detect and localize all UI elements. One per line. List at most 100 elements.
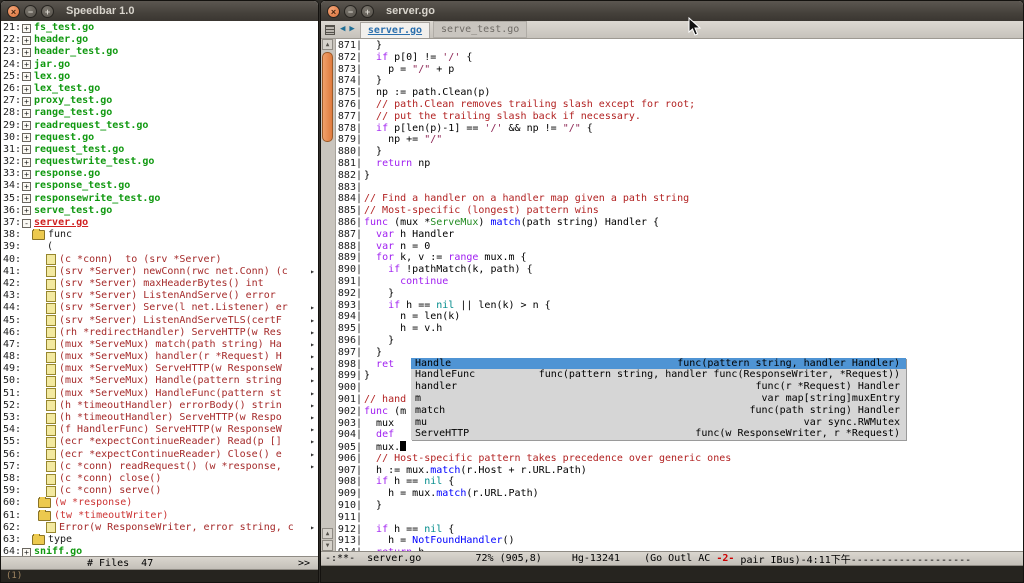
speedbar-file-item[interactable]: 21:+fs_test.go <box>1 22 318 34</box>
completion-item[interactable]: HandleFuncfunc(pattern string, handler f… <box>411 369 906 381</box>
tab-serve-test-go[interactable]: serve_test.go <box>433 21 527 38</box>
tag-icon[interactable] <box>46 254 56 265</box>
completion-item[interactable]: handlerfunc(r *Request) Handler <box>411 381 906 393</box>
speedbar-file-item[interactable]: 25:+lex.go <box>1 71 318 83</box>
scroll-up2-icon[interactable]: ▲ <box>322 528 333 539</box>
tag-icon[interactable] <box>46 279 56 290</box>
tag-icon[interactable] <box>46 315 56 326</box>
code-line[interactable]: 877| // put the trailing slash back if n… <box>336 111 1023 123</box>
code-line[interactable]: 886|func (mux *ServeMux) match(path stri… <box>336 217 1023 229</box>
code-line[interactable]: 908| if h == nil { <box>336 476 1023 488</box>
code-line[interactable]: 880| } <box>336 146 1023 158</box>
expander-box-icon[interactable]: + <box>22 109 31 118</box>
vertical-scrollbar[interactable]: ▲ ▲ ▼ <box>321 39 336 551</box>
expander-box-icon[interactable]: + <box>22 48 31 57</box>
speedbar-file-item[interactable]: 35:+responsewrite_test.go <box>1 193 318 205</box>
expander-box-icon[interactable]: + <box>22 170 31 179</box>
expander-box-icon[interactable]: + <box>22 60 31 69</box>
folder-icon[interactable] <box>32 535 45 545</box>
tag-icon[interactable] <box>46 388 56 399</box>
code-line[interactable]: 887| var h Handler <box>336 229 1023 241</box>
speedbar-tag-item[interactable]: 60:(w *response) <box>1 497 318 509</box>
speedbar-file-item[interactable]: 64:+sniff.go <box>1 546 318 556</box>
speedbar-file-item[interactable]: 34:+response_test.go <box>1 180 318 192</box>
code-line[interactable]: 891| continue <box>336 276 1023 288</box>
code-line[interactable]: 889| for k, v := range mux.m { <box>336 252 1023 264</box>
tab-scroll-right-icon[interactable]: ▶ <box>349 21 354 38</box>
speedbar-file-item[interactable]: 32:+requestwrite_test.go <box>1 156 318 168</box>
expander-box-icon[interactable]: + <box>22 133 31 142</box>
code-area[interactable]: 871| }872| if p[0] != '/' {873| p = "/" … <box>336 39 1023 551</box>
speedbar-tag-item[interactable]: 62:Error(w ResponseWriter, error string,… <box>1 522 318 534</box>
expander-box-icon[interactable]: + <box>22 121 31 130</box>
expander-box-icon[interactable]: - <box>22 219 31 228</box>
code-line[interactable]: 907| h := mux.match(r.Host + r.URL.Path) <box>336 465 1023 477</box>
speedbar-file-item[interactable]: 31:+request_test.go <box>1 144 318 156</box>
code-line[interactable]: 910| } <box>336 500 1023 512</box>
scroll-down-icon[interactable]: ▼ <box>322 540 333 551</box>
speedbar-tag-item[interactable]: 49:(mux *ServeMux) ServeHTTP(w ResponseW… <box>1 363 318 375</box>
code-line[interactable]: 872| if p[0] != '/' { <box>336 52 1023 64</box>
scrollbar-thumb[interactable] <box>322 52 333 142</box>
completion-item[interactable]: ServeHTTPfunc(w ResponseWriter, r *Reque… <box>411 428 906 440</box>
scroll-up-icon[interactable]: ▲ <box>322 39 333 50</box>
code-line[interactable]: 892| } <box>336 288 1023 300</box>
code-line[interactable]: 881| return np <box>336 158 1023 170</box>
tag-icon[interactable] <box>46 364 56 375</box>
expander-box-icon[interactable]: + <box>22 548 31 556</box>
speedbar-file-item[interactable]: 30:+request.go <box>1 132 318 144</box>
expander-box-icon[interactable]: + <box>22 182 31 191</box>
expander-box-icon[interactable]: + <box>22 206 31 215</box>
code-line[interactable]: 882|} <box>336 170 1023 182</box>
tag-icon[interactable] <box>46 486 56 497</box>
speedbar-file-item[interactable]: 37:-server.go <box>1 217 318 229</box>
tag-icon[interactable] <box>46 522 56 533</box>
tab-scroll-left-icon[interactable]: ◀ <box>340 21 345 38</box>
expander-box-icon[interactable]: + <box>22 145 31 154</box>
speedbar-tag-item[interactable]: 46:(rh *redirectHandler) ServeHTTP(w Res… <box>1 327 318 339</box>
folder-icon[interactable] <box>32 230 45 240</box>
tag-icon[interactable] <box>46 339 56 350</box>
code-line[interactable]: 876| // path.Clean removes trailing slas… <box>336 99 1023 111</box>
speedbar-tag-item[interactable]: 47:(mux *ServeMux) match(path string) Ha… <box>1 339 318 351</box>
speedbar-tag-item[interactable]: 54:(f HandlerFunc) ServeHTTP(w ResponseW… <box>1 424 318 436</box>
code-line[interactable]: 890| if !pathMatch(k, path) { <box>336 264 1023 276</box>
code-line[interactable]: 913| h = NotFoundHandler() <box>336 535 1023 547</box>
maximize-button[interactable]: + <box>361 5 374 18</box>
speedbar-tag-item[interactable]: 40:(c *conn) to (srv *Server) <box>1 254 318 266</box>
speedbar-tag-item[interactable]: 48:(mux *ServeMux) handler(r *Request) H… <box>1 351 318 363</box>
code-line[interactable]: 912| if h == nil { <box>336 524 1023 536</box>
modeline-arrows[interactable]: >> <box>298 558 310 569</box>
folder-icon[interactable] <box>38 498 51 508</box>
expander-box-icon[interactable]: + <box>22 24 31 33</box>
speedbar-tag-item[interactable]: 58:(c *conn) close() <box>1 473 318 485</box>
expander-box-icon[interactable]: + <box>22 36 31 45</box>
tag-icon[interactable] <box>46 291 56 302</box>
speedbar-tag-item[interactable]: 44:(srv *Server) Serve(l net.Listener) e… <box>1 302 318 314</box>
minimize-button[interactable]: − <box>344 5 357 18</box>
speedbar-file-item[interactable]: 24:+jar.go <box>1 59 318 71</box>
speedbar-tag-item[interactable]: 42:(srv *Server) maxHeaderBytes() int <box>1 278 318 290</box>
speedbar-tag-item[interactable]: 52:(h *timeoutHandler) errorBody() strin… <box>1 400 318 412</box>
speedbar-file-item[interactable]: 36:+serve_test.go <box>1 205 318 217</box>
code-line[interactable]: 894| n = len(k) <box>336 311 1023 323</box>
code-line[interactable]: 885|// Most-specific (longest) pattern w… <box>336 205 1023 217</box>
speedbar-tag-item[interactable]: 45:(srv *Server) ListenAndServeTLS(certF… <box>1 315 318 327</box>
speedbar-item[interactable]: 63:type <box>1 534 318 546</box>
maximize-button[interactable]: + <box>41 5 54 18</box>
folder-icon[interactable] <box>38 511 51 521</box>
tag-icon[interactable] <box>46 425 56 436</box>
close-button[interactable]: × <box>327 5 340 18</box>
tag-icon[interactable] <box>46 461 56 472</box>
speedbar-file-item[interactable]: 22:+header.go <box>1 34 318 46</box>
tab-server-go[interactable]: server.go <box>360 22 430 38</box>
tag-icon[interactable] <box>46 449 56 460</box>
tag-icon[interactable] <box>46 266 56 277</box>
tag-icon[interactable] <box>46 352 56 363</box>
speedbar-tag-item[interactable]: 56:(ecr *expectContinueReader) Close() e… <box>1 449 318 461</box>
buffer-list-icon[interactable] <box>325 25 335 35</box>
completion-item[interactable]: mvar map[string]muxEntry <box>411 393 906 405</box>
tag-icon[interactable] <box>46 303 56 314</box>
expander-box-icon[interactable]: + <box>22 158 31 167</box>
speedbar-tag-item[interactable]: 43:(srv *Server) ListenAndServe() error <box>1 290 318 302</box>
